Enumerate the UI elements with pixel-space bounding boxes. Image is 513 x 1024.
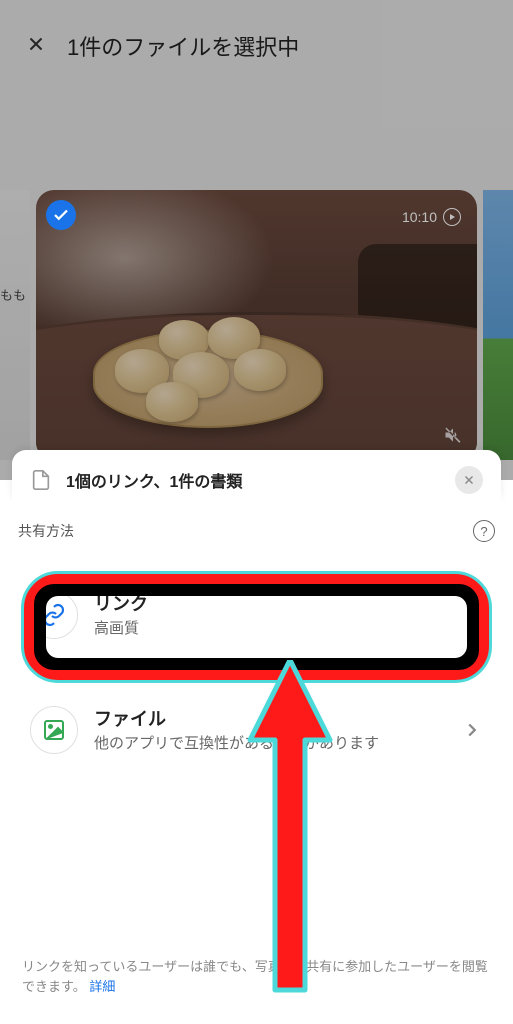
share-item-summary: 1個のリンク、1件の書類 [12, 450, 501, 500]
privacy-disclaimer: リンクを知っているユーザーは誰でも、写真と、共有に参加したユーザーを閲覧できます… [22, 957, 491, 996]
chevron-right-icon [461, 604, 483, 626]
image-icon [30, 706, 78, 754]
chevron-right-icon [461, 719, 483, 741]
link-icon [30, 591, 78, 639]
share-option-file[interactable]: ファイル 他のアプリで互換性がある場合があります [18, 687, 495, 772]
option-link-subtitle: 高画質 [94, 618, 445, 639]
selection-preview-area: 1件のファイルを選択中 もも 10:10 [0, 0, 513, 480]
help-icon[interactable]: ? [473, 520, 495, 542]
selected-check-icon [46, 200, 76, 230]
dismiss-card-button[interactable] [455, 466, 483, 494]
learn-more-link[interactable]: 詳細 [89, 979, 115, 994]
option-link-title: リンク [94, 590, 445, 616]
option-file-title: ファイル [94, 705, 445, 731]
share-sheet: 共有方法 ? リンク 高画質 ファイル 他のアプリで互換性がある場合があります … [0, 500, 513, 1024]
option-file-subtitle: 他のアプリで互換性がある場合があります [94, 733, 445, 754]
share-summary-title: 1個のリンク、1件の書類 [66, 468, 441, 492]
share-option-link[interactable]: リンク 高画質 [18, 572, 495, 657]
share-section-label: 共有方法 [18, 521, 74, 541]
document-icon [30, 469, 52, 491]
